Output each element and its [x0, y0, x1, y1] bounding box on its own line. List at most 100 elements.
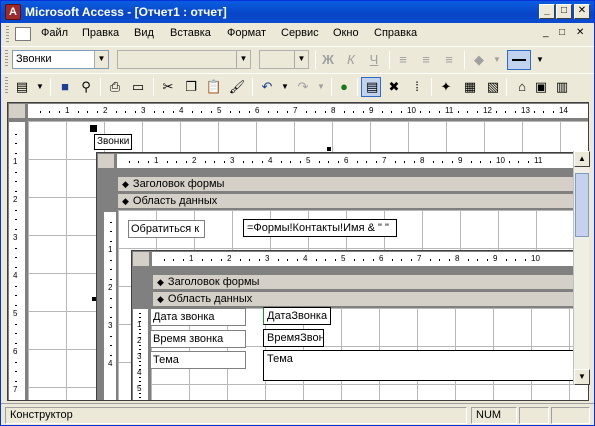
- ruler-tick-mark: [280, 161, 282, 163]
- menu-tools[interactable]: Сервис: [281, 27, 319, 39]
- database-window-icon[interactable]: ▣: [532, 78, 550, 96]
- chevron-down-icon[interactable]: ▼: [236, 51, 250, 68]
- call-date-label[interactable]: Дата звонка: [150, 308, 246, 326]
- print-preview-icon[interactable]: ▭: [129, 78, 147, 96]
- call-date-field[interactable]: ДатаЗвонка: [263, 307, 331, 325]
- menu-view[interactable]: Вид: [134, 27, 154, 39]
- scroll-down-icon[interactable]: ▼: [574, 369, 590, 385]
- font-name-combo[interactable]: ▼: [117, 50, 251, 69]
- font-size-combo[interactable]: ▼: [259, 50, 309, 69]
- italic-button[interactable]: К: [342, 51, 360, 69]
- object-combo[interactable]: Звонки ▼: [12, 50, 109, 69]
- close-button[interactable]: ✕: [574, 4, 590, 19]
- subform-selector[interactable]: [132, 251, 150, 267]
- report-title-label[interactable]: Звонки: [94, 134, 132, 150]
- section-detail[interactable]: ◆ Область данных: [117, 193, 588, 209]
- ruler-tick-mark: [508, 161, 510, 163]
- ruler-tick-label: 6: [255, 106, 260, 115]
- status-panel: [519, 407, 549, 424]
- subject-field[interactable]: Тема: [263, 350, 588, 381]
- section-detail[interactable]: ◆ Область данных: [152, 291, 588, 307]
- toolbox-icon[interactable]: ✖: [385, 78, 403, 96]
- undo-icon[interactable]: ↶: [258, 78, 276, 96]
- report-document-icon[interactable]: [15, 27, 31, 41]
- line-color-button[interactable]: [507, 50, 531, 70]
- object-combo-value: Звонки: [16, 53, 52, 65]
- doc-minimize-button[interactable]: _: [543, 27, 549, 38]
- underline-button[interactable]: Ч: [365, 51, 383, 69]
- chevron-down-icon[interactable]: ▼: [294, 51, 308, 68]
- report-selector[interactable]: [8, 103, 26, 119]
- doc-close-button[interactable]: ✕: [576, 27, 584, 38]
- new-object-icon[interactable]: ▥: [553, 78, 571, 96]
- subform-calls[interactable]: 1 2 3 4 5 6 7 8 9 10 ◆ Заголовок формы ◆ Область да…: [131, 250, 588, 400]
- vertical-scrollbar[interactable]: ▲ ▼: [573, 151, 590, 385]
- build-icon[interactable]: ⌂: [513, 78, 531, 96]
- hyperlink-icon[interactable]: ●: [335, 78, 353, 96]
- align-left-icon[interactable]: ≡: [394, 51, 412, 69]
- format-painter-icon[interactable]: 🖌: [228, 78, 246, 96]
- doc-restore-button[interactable]: □: [559, 27, 565, 38]
- toolbar-grip[interactable]: [5, 50, 8, 68]
- chevron-down-icon[interactable]: ▼: [531, 51, 549, 69]
- autoformat-icon[interactable]: ✦: [437, 78, 455, 96]
- call-time-label[interactable]: Время звонка: [150, 330, 246, 348]
- section-form-header[interactable]: ◆ Заголовок формы: [117, 176, 588, 192]
- section-form-header[interactable]: ◆ Заголовок формы: [152, 274, 588, 290]
- ruler-tick-label: 6: [379, 254, 384, 263]
- menu-format[interactable]: Формат: [227, 27, 266, 39]
- move-handle[interactable]: [90, 125, 97, 132]
- chevron-down-icon[interactable]: ▼: [31, 78, 49, 96]
- fill-color-icon[interactable]: ◆: [470, 51, 488, 69]
- subform-selector[interactable]: [97, 153, 115, 169]
- scroll-up-icon[interactable]: ▲: [574, 151, 590, 167]
- ruler-tick-mark: [480, 161, 481, 163]
- maximize-button[interactable]: □: [556, 4, 572, 19]
- title-bar[interactable]: A Microsoft Access - [Отчет1 : отчет] _ …: [1, 1, 594, 23]
- contact-name-field[interactable]: =Формы!Контакты!Имя & " ": [243, 219, 397, 237]
- properties-icon[interactable]: ▧: [484, 78, 502, 96]
- menu-file[interactable]: Файл: [41, 27, 68, 39]
- access-app-icon[interactable]: A: [5, 4, 21, 20]
- status-bar: Конструктор NUM: [1, 403, 594, 425]
- align-center-icon[interactable]: ≡: [417, 51, 435, 69]
- search-file-icon[interactable]: ⚲: [77, 78, 95, 96]
- subform-contacts[interactable]: 1 2 3 4 5 6 7 8 9 10 11 ◆ Заголовок формы ◆ Область …: [96, 152, 588, 400]
- chevron-down-icon[interactable]: ▼: [94, 51, 108, 68]
- bold-button[interactable]: Ж: [319, 51, 337, 69]
- field-list-button[interactable]: ▤: [361, 77, 381, 97]
- print-icon[interactable]: ⎙: [106, 78, 124, 96]
- toolbar-grip[interactable]: [5, 77, 8, 95]
- chevron-down-icon[interactable]: ▼: [312, 78, 330, 96]
- ruler-tick-mark: [110, 316, 112, 318]
- menu-insert[interactable]: Вставка: [170, 27, 211, 39]
- view-icon[interactable]: ▤: [13, 78, 31, 96]
- ruler-tick-mark: [139, 317, 141, 318]
- resize-handle[interactable]: [327, 147, 331, 151]
- ruler-tick-label: 6: [344, 156, 349, 165]
- ruler-tick-mark: [442, 161, 443, 163]
- menu-grip[interactable]: [6, 26, 9, 42]
- ruler-tick-mark: [210, 111, 212, 113]
- align-right-icon[interactable]: ≡: [440, 51, 458, 69]
- redo-icon[interactable]: ↷: [294, 78, 312, 96]
- scroll-thumb[interactable]: [575, 173, 589, 237]
- cut-icon[interactable]: ✂: [159, 78, 177, 96]
- code-icon[interactable]: ▦: [461, 78, 479, 96]
- menu-edit[interactable]: Правка: [82, 27, 119, 39]
- ruler-tick-label: 8: [331, 106, 336, 115]
- contact-label[interactable]: Обратиться к: [128, 220, 205, 238]
- copy-icon[interactable]: ❐: [182, 78, 200, 96]
- menu-help[interactable]: Справка: [374, 27, 417, 39]
- chevron-down-icon[interactable]: ▼: [488, 51, 506, 69]
- chevron-down-icon[interactable]: ▼: [276, 78, 294, 96]
- minimize-button[interactable]: _: [539, 4, 555, 19]
- call-time-field[interactable]: ВремяЗвон: [263, 329, 324, 347]
- save-icon[interactable]: ■: [56, 78, 74, 96]
- sorting-grouping-icon[interactable]: ⁞: [408, 78, 426, 96]
- menu-window[interactable]: Окно: [333, 27, 359, 39]
- paste-icon[interactable]: 📋: [205, 78, 223, 96]
- ruler-tick-mark: [467, 111, 468, 113]
- subject-label[interactable]: Тема: [150, 351, 246, 369]
- section-arrow-icon: ◆: [157, 277, 164, 287]
